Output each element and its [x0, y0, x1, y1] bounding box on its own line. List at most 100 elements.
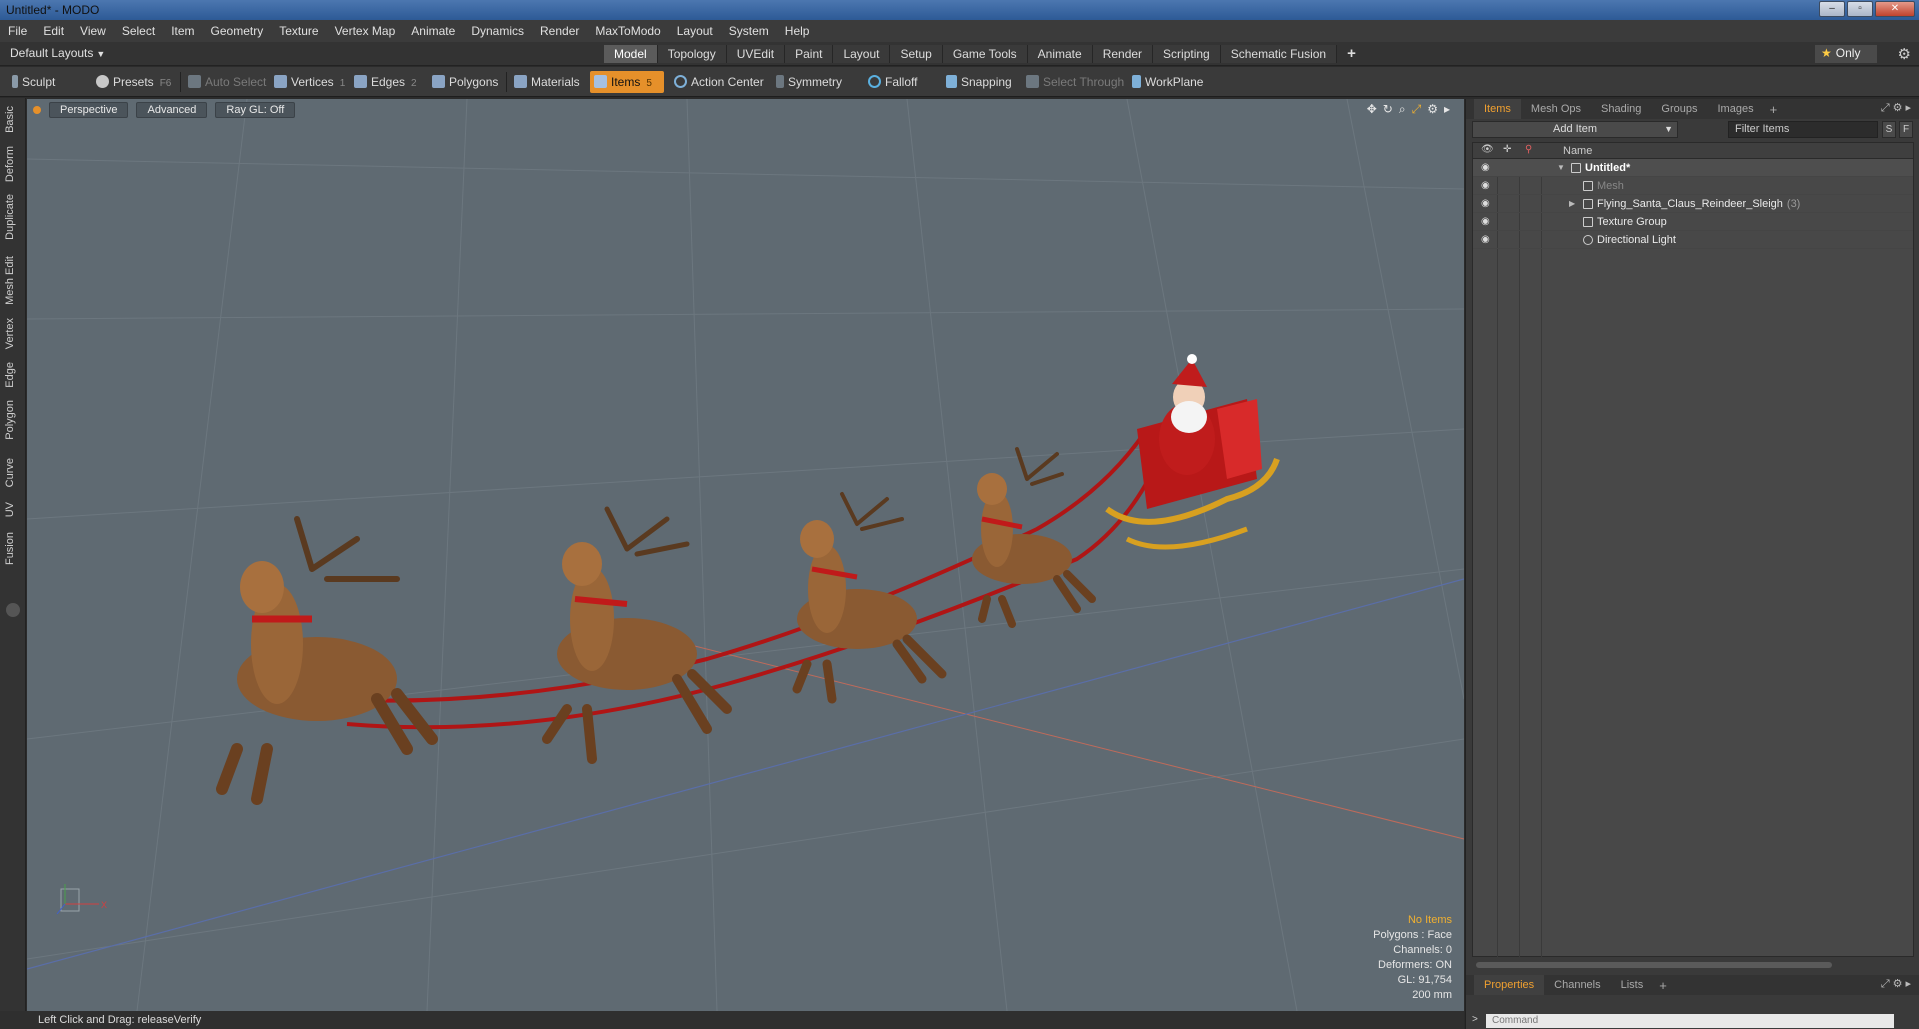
menu-animate[interactable]: Animate	[403, 24, 463, 38]
tree-row[interactable]: ◉ Directional Light	[1473, 231, 1913, 249]
minimize-button[interactable]: –	[1819, 1, 1845, 17]
advanced-button[interactable]: Advanced	[136, 102, 208, 118]
zoom-icon[interactable]: ⌕	[1399, 102, 1406, 117]
menu-select[interactable]: Select	[114, 24, 163, 38]
tab-scripting[interactable]: Scripting	[1153, 45, 1221, 63]
menu-dynamics[interactable]: Dynamics	[463, 24, 532, 38]
tab-mesh-ops[interactable]: Mesh Ops	[1521, 99, 1591, 119]
close-button[interactable]: ✕	[1875, 1, 1915, 17]
tab-properties[interactable]: Properties	[1474, 975, 1545, 995]
menu-render[interactable]: Render	[532, 24, 587, 38]
layout-selector[interactable]: Default Layouts ▼	[10, 46, 105, 60]
left-tab-fusion[interactable]: Fusion	[4, 532, 16, 565]
tree-row[interactable]: ◉ ▼ Untitled*	[1473, 159, 1913, 177]
vertices-button[interactable]: Vertices 1	[270, 71, 350, 93]
filter-s-button[interactable]: S	[1882, 121, 1896, 138]
left-tab-duplicate[interactable]: Duplicate	[4, 194, 16, 240]
tab-setup[interactable]: Setup	[890, 45, 943, 63]
tab-schematic-fusion[interactable]: Schematic Fusion	[1220, 45, 1338, 63]
rotate-icon[interactable]: ↻	[1383, 102, 1393, 117]
left-tab-curve[interactable]: Curve	[4, 458, 16, 487]
command-input[interactable]: Command	[1486, 1014, 1894, 1028]
tab-model[interactable]: Model	[604, 45, 658, 63]
add-tab-icon[interactable]: +	[1653, 978, 1673, 993]
fit-icon[interactable]: ⤢	[1412, 102, 1422, 117]
edges-button[interactable]: Edges 2	[350, 71, 426, 93]
gear-icon[interactable]: ⚙	[1898, 45, 1911, 63]
toggle-icon[interactable]	[6, 603, 20, 617]
falloff-button[interactable]: Falloff	[864, 71, 944, 93]
tab-channels[interactable]: Channels	[1544, 975, 1610, 995]
tab-game-tools[interactable]: Game Tools	[942, 45, 1028, 63]
eye-icon[interactable]: ◉	[1481, 231, 1490, 249]
action-center-button[interactable]: Action Center	[670, 71, 772, 93]
menu-file[interactable]: File	[0, 24, 35, 38]
only-toggle[interactable]: ★ Only	[1815, 45, 1877, 63]
menu-maxtomodo[interactable]: MaxToModo	[587, 24, 668, 38]
menu-layout[interactable]: Layout	[669, 24, 721, 38]
pan-icon[interactable]: ✥	[1367, 102, 1377, 117]
scrollbar-thumb[interactable]	[1476, 962, 1832, 968]
left-tab-basic[interactable]: Basic	[4, 106, 16, 133]
panel-options-icon[interactable]: ⤢⚙▸	[1881, 101, 1914, 115]
tab-uvedit[interactable]: UVEdit	[726, 45, 786, 63]
auto-select-button[interactable]: Auto Select	[184, 71, 268, 93]
add-tab-icon[interactable]: +	[1764, 102, 1784, 117]
polygons-button[interactable]: Polygons	[428, 71, 504, 93]
eye-icon[interactable]: ◉	[1481, 177, 1490, 195]
expand-icon[interactable]: ▸	[1444, 102, 1450, 117]
menu-geometry[interactable]: Geometry	[203, 24, 272, 38]
select-through-button[interactable]: Select Through	[1022, 71, 1124, 93]
tab-layout[interactable]: Layout	[833, 45, 891, 63]
tab-paint[interactable]: Paint	[785, 45, 834, 63]
tab-lists[interactable]: Lists	[1611, 975, 1654, 995]
panel-options-icon[interactable]: ⤢⚙▸	[1881, 977, 1914, 991]
tab-shading[interactable]: Shading	[1591, 99, 1651, 119]
left-tab-deform[interactable]: Deform	[4, 146, 16, 182]
presets-button[interactable]: Presets F6	[92, 71, 182, 93]
eye-icon[interactable]: ◉	[1481, 213, 1490, 231]
materials-button[interactable]: Materials	[510, 71, 590, 93]
left-tab-edge[interactable]: Edge	[4, 362, 16, 388]
tree-scrollbar[interactable]	[1472, 960, 1914, 970]
expand-arrow-icon[interactable]: ▶	[1569, 195, 1575, 213]
left-tab-polygon[interactable]: Polygon	[4, 400, 16, 440]
add-tab-icon[interactable]: +	[1337, 45, 1366, 63]
menu-edit[interactable]: Edit	[35, 24, 72, 38]
left-tab-mesh-edit[interactable]: Mesh Edit	[4, 256, 16, 305]
items-button[interactable]: Items 5	[590, 71, 664, 93]
3d-viewport[interactable]: X Perspective Advanced Ray GL: Off ✥ ↻ ⌕…	[27, 99, 1464, 1011]
menu-help[interactable]: Help	[777, 24, 818, 38]
filter-f-button[interactable]: F	[1899, 121, 1913, 138]
gear-icon[interactable]: ⚙	[1427, 102, 1438, 117]
menu-system[interactable]: System	[721, 24, 777, 38]
snapping-button[interactable]: Snapping	[942, 71, 1026, 93]
tab-items[interactable]: Items	[1474, 99, 1521, 119]
perspective-button[interactable]: Perspective	[49, 102, 129, 118]
menu-texture[interactable]: Texture	[271, 24, 326, 38]
filter-items-input[interactable]: Filter Items	[1728, 121, 1878, 138]
maximize-button[interactable]: ▫	[1847, 1, 1873, 17]
sculpt-button[interactable]: Sculpt	[8, 71, 88, 93]
symmetry-button[interactable]: Symmetry	[772, 71, 862, 93]
tab-images[interactable]: Images	[1708, 99, 1764, 119]
workplane-button[interactable]: WorkPlane	[1128, 71, 1212, 93]
expand-arrow-icon[interactable]: ▼	[1557, 159, 1565, 177]
add-item-button[interactable]: Add Item ▼	[1472, 121, 1678, 138]
tree-row[interactable]: ◉ ▶ Flying_Santa_Claus_Reindeer_Sleigh (3…	[1473, 195, 1913, 213]
tab-topology[interactable]: Topology	[657, 45, 727, 63]
left-tab-vertex[interactable]: Vertex	[4, 318, 16, 349]
tree-row[interactable]: ◉ Mesh	[1473, 177, 1913, 195]
left-tab-uv[interactable]: UV	[4, 502, 16, 517]
viewport-menu-icon[interactable]	[33, 106, 41, 114]
menu-item[interactable]: Item	[163, 24, 202, 38]
tree-row[interactable]: ◉ Texture Group	[1473, 213, 1913, 231]
tab-render[interactable]: Render	[1092, 45, 1154, 63]
menu-view[interactable]: View	[72, 24, 114, 38]
eye-icon[interactable]: ◉	[1481, 195, 1490, 213]
raygl-button[interactable]: Ray GL: Off	[215, 102, 296, 118]
tab-animate[interactable]: Animate	[1027, 45, 1093, 63]
tab-groups[interactable]: Groups	[1651, 99, 1707, 119]
eye-icon[interactable]: ◉	[1481, 159, 1490, 177]
menu-vertex-map[interactable]: Vertex Map	[327, 24, 404, 38]
